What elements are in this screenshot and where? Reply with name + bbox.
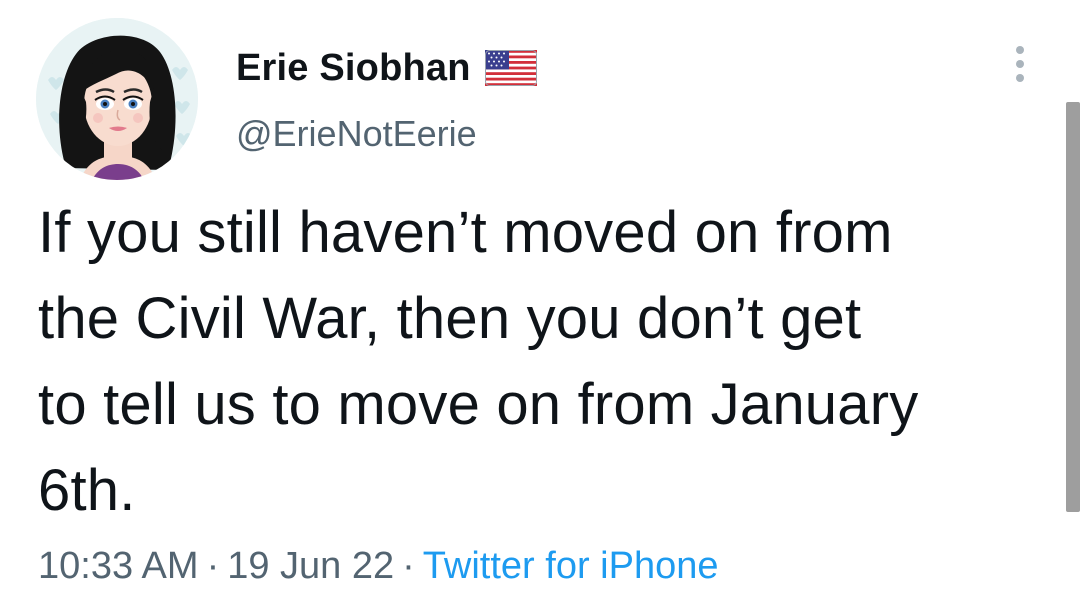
- author-handle[interactable]: @ErieNotEerie: [236, 113, 477, 155]
- tweet-time[interactable]: 10:33 AM: [38, 545, 199, 587]
- display-name[interactable]: Erie Siobhan: [236, 47, 471, 90]
- tweet-text-line: to tell us to move on from January: [38, 372, 919, 437]
- tweet-text-line: the Civil War, then you don’t get: [38, 286, 862, 351]
- scrollbar[interactable]: [1066, 102, 1080, 512]
- tweet-metadata: 10:33 AM · 19 Jun 22 · Twitter for iPhone: [38, 545, 718, 588]
- meta-separator: ·: [206, 545, 220, 587]
- tweet-text-line: If you still haven’t moved on from: [38, 200, 893, 265]
- tweet-source-link[interactable]: Twitter for iPhone: [423, 545, 719, 587]
- more-dot: [1016, 60, 1024, 68]
- tweet-date[interactable]: 19 Jun 22: [227, 545, 394, 587]
- more-options-button[interactable]: [1010, 46, 1030, 88]
- tweet-text: If you still haven’t moved on from the C…: [38, 190, 1048, 534]
- us-flag-icon: [484, 50, 537, 86]
- meta-separator: ·: [402, 545, 415, 587]
- tweet: Erie Siobhan @ErieNotEerie If you still …: [0, 0, 1080, 614]
- author-row: Erie Siobhan: [236, 44, 537, 92]
- avatar-illustration: [36, 18, 198, 180]
- more-vertical-icon: [1016, 46, 1024, 54]
- avatar[interactable]: [36, 18, 198, 180]
- tweet-text-line: 6th.: [38, 458, 136, 523]
- more-dot: [1016, 74, 1024, 82]
